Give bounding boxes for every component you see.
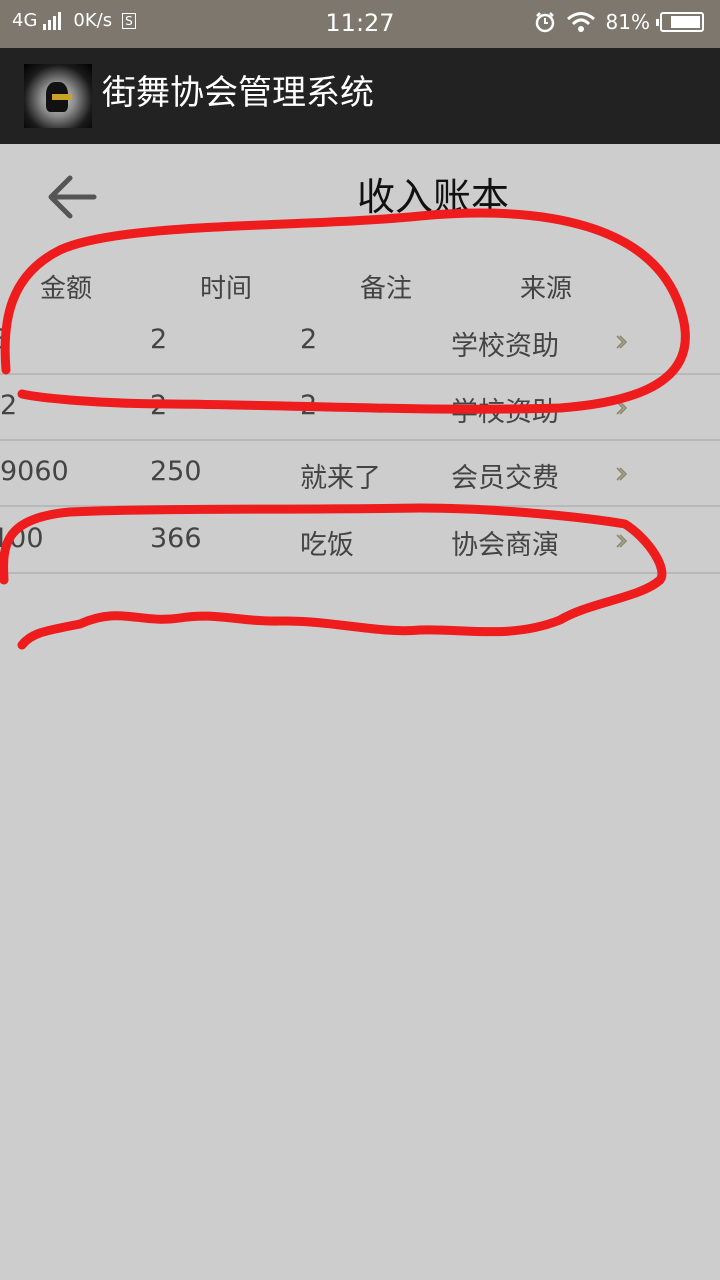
status-bar: 4G 0K/s S 11:27 81%	[0, 0, 720, 48]
app-logo	[24, 64, 92, 128]
app-title: 街舞协会管理系统	[102, 73, 374, 113]
cell-source: 学校资助	[451, 331, 559, 362]
status-right: 81%	[534, 10, 704, 34]
column-header-time: 时间	[200, 274, 253, 304]
chevron-right-icon	[616, 401, 628, 415]
cell-amount: 9060	[0, 456, 69, 487]
logo-accent	[52, 94, 72, 100]
table-row[interactable]: 100 366 吃饭 协会商演	[0, 508, 720, 574]
cell-amount: 3	[0, 324, 10, 355]
cell-note: 2	[300, 324, 318, 355]
chevron-right-icon	[616, 534, 628, 548]
chevron-right-icon	[616, 335, 628, 349]
wifi-icon	[566, 12, 595, 32]
cell-source: 协会商演	[451, 530, 559, 561]
cell-note: 2	[300, 390, 318, 421]
cell-time: 2	[150, 324, 168, 355]
battery-icon	[656, 12, 704, 32]
table-row[interactable]: 2 2 2 学校资助	[0, 375, 720, 441]
page-title: 收入账本	[356, 175, 509, 219]
cell-time: 366	[150, 523, 202, 554]
column-header-source: 来源	[520, 274, 573, 304]
app-bar: 街舞协会管理系统	[0, 48, 720, 144]
table-row[interactable]: 9060 250 就来了 会员交费	[0, 441, 720, 507]
table-row[interactable]: 3 2 2 学校资助	[0, 309, 720, 375]
alarm-icon	[535, 12, 554, 33]
cell-source: 会员交费	[451, 463, 559, 494]
cell-source: 学校资助	[451, 397, 559, 428]
cell-time: 250	[150, 456, 202, 487]
battery-level	[671, 16, 700, 28]
cell-amount: 2	[0, 390, 18, 421]
cell-amount: 100	[0, 523, 44, 554]
battery-percent: 81%	[605, 10, 650, 34]
column-header-note: 备注	[360, 274, 413, 304]
column-header-amount: 金额	[40, 274, 93, 304]
chevron-right-icon	[616, 467, 628, 481]
cell-note: 就来了	[300, 463, 381, 494]
cell-time: 2	[150, 390, 168, 421]
cell-note: 吃饭	[300, 530, 354, 561]
